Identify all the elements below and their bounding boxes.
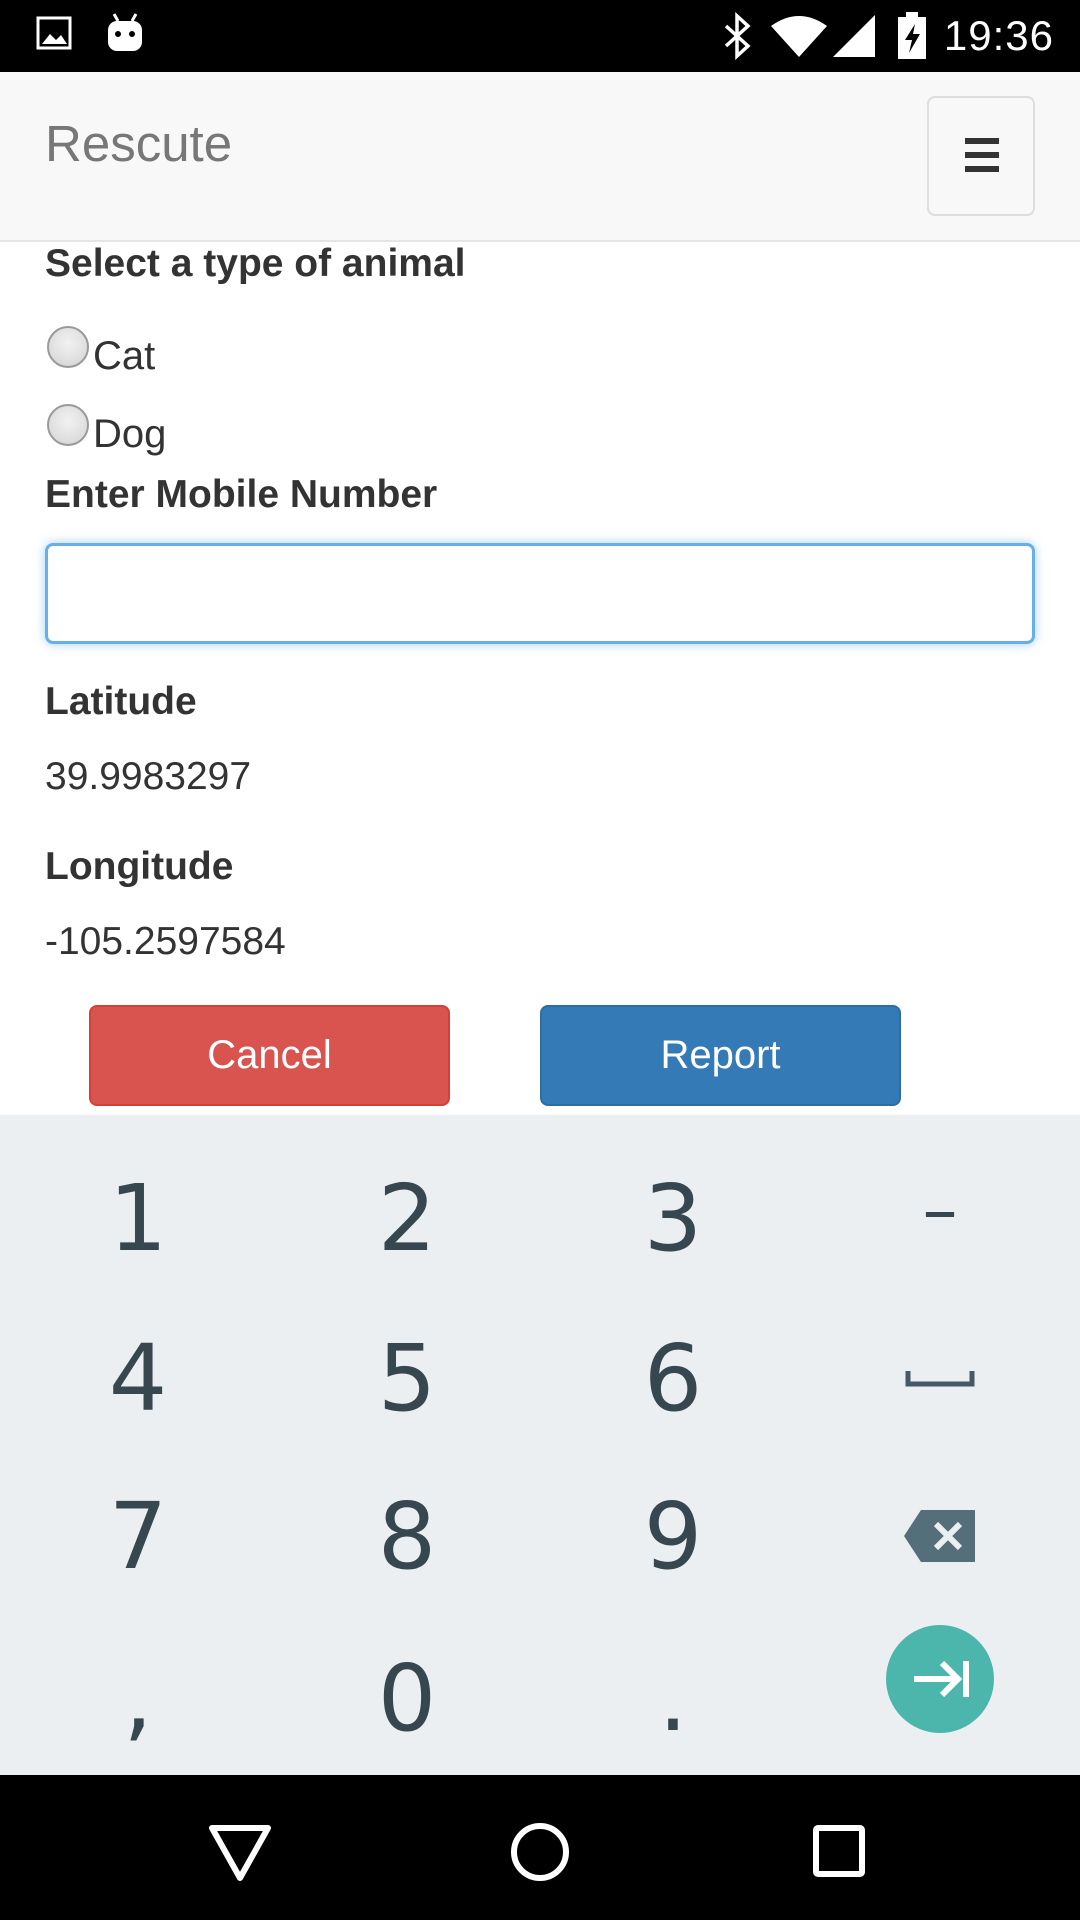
key-9[interactable]: 9 [538, 1456, 808, 1616]
mobile-number-input[interactable] [45, 543, 1035, 644]
android-icon [108, 13, 142, 51]
longitude-value: -105.2597584 [45, 920, 286, 963]
key-3[interactable]: 3 [538, 1138, 808, 1298]
menu-toggle-button[interactable] [927, 96, 1035, 216]
latitude-value: 39.9983297 [45, 755, 252, 798]
key-7[interactable]: 7 [3, 1456, 273, 1616]
system-nav-bar [0, 1775, 1080, 1920]
report-button[interactable]: Report [540, 1005, 901, 1106]
key-space[interactable] [805, 1298, 1075, 1458]
key-4[interactable]: 4 [3, 1298, 273, 1458]
battery-charging-icon [898, 12, 926, 59]
key-comma[interactable]: , [3, 1618, 273, 1778]
next-key[interactable] [886, 1625, 994, 1733]
animal-type-label: Select a type of animal [45, 242, 466, 285]
next-icon [914, 1660, 969, 1698]
screen: 19:36 Rescute Select a type of animal Ca… [0, 0, 1080, 1920]
navbar: Rescute [0, 72, 1080, 242]
brand-title[interactable]: Rescute [45, 114, 232, 173]
cancel-button[interactable]: Cancel [89, 1005, 450, 1106]
backspace-icon [904, 1510, 975, 1562]
key-1[interactable]: 1 [3, 1138, 273, 1298]
key-minus[interactable]: – [805, 1130, 1075, 1290]
mobile-number-label: Enter Mobile Number [45, 473, 438, 516]
recents-icon[interactable] [795, 1805, 885, 1895]
status-bar: 19:36 [0, 0, 1080, 72]
radio-dog-label[interactable]: Dog [93, 412, 166, 457]
key-6[interactable]: 6 [538, 1298, 808, 1458]
radio-cat-label[interactable]: Cat [93, 334, 155, 379]
key-backspace[interactable] [805, 1456, 1075, 1616]
radio-dog-button[interactable] [47, 404, 89, 446]
key-period[interactable]: . [538, 1618, 808, 1778]
clock: 19:36 [943, 12, 1054, 59]
key-8[interactable]: 8 [272, 1456, 542, 1616]
bluetooth-icon [724, 12, 751, 60]
signal-icon [833, 15, 875, 57]
key-0[interactable]: 0 [272, 1618, 542, 1778]
longitude-label: Longitude [45, 845, 234, 888]
back-icon[interactable] [195, 1805, 285, 1895]
radio-cat-button[interactable] [47, 326, 89, 368]
wifi-icon [771, 16, 827, 57]
home-icon[interactable] [495, 1805, 585, 1895]
key-5[interactable]: 5 [272, 1298, 542, 1458]
key-2[interactable]: 2 [272, 1138, 542, 1298]
space-icon [905, 1371, 975, 1387]
latitude-label: Latitude [45, 680, 197, 723]
image-icon [36, 16, 72, 50]
